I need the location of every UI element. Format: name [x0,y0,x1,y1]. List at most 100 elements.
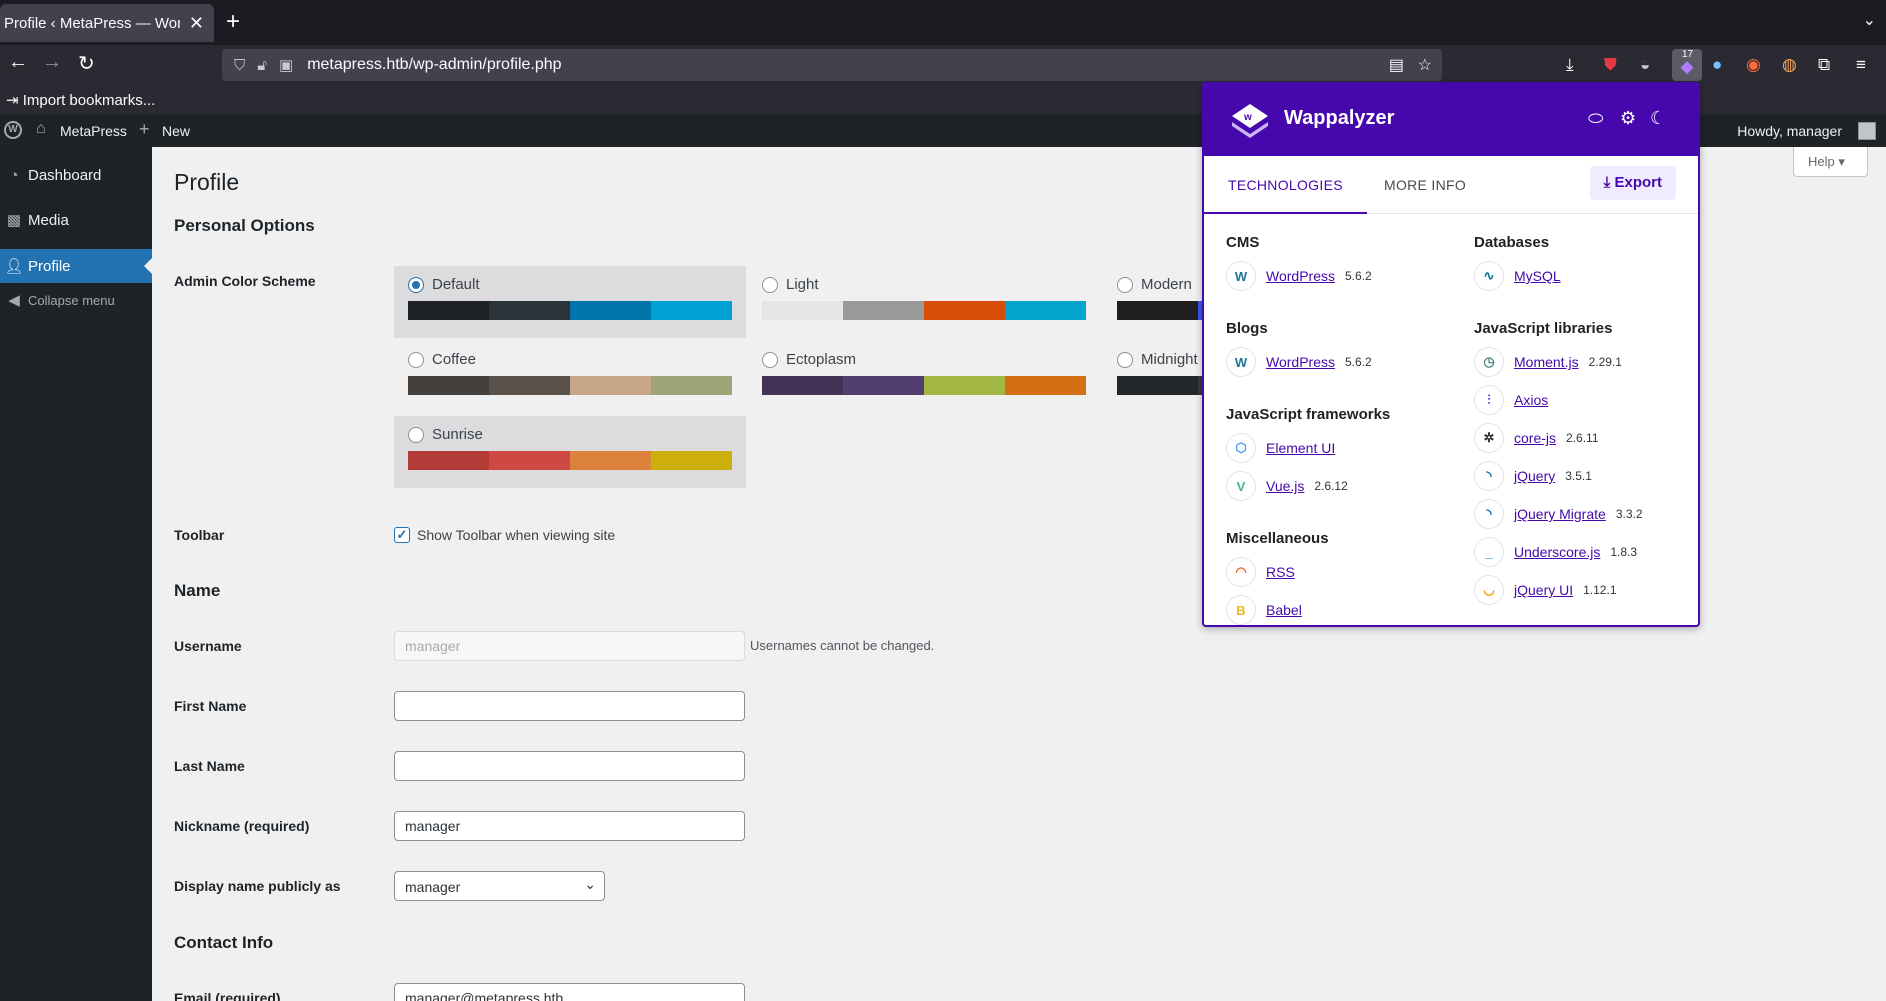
tech-name[interactable]: RSS [1266,564,1295,580]
tech-jquery-migrate[interactable]: ◝ jQuery Migrate 3.3.2 [1474,499,1643,529]
email-input[interactable] [394,983,745,1001]
tech-mysql[interactable]: ∿ MySQL [1474,261,1561,291]
scheme-radio[interactable] [1117,276,1133,293]
url-bar[interactable]: ⛉ 🔓︎ ▣ metapress.htb/wp-admin/profile.ph… [222,49,1442,81]
tab-technologies[interactable]: TECHNOLOGIES [1204,156,1367,214]
wordpress-logo-icon[interactable]: W [4,121,22,139]
nickname-input[interactable] [394,811,745,841]
sidebar-item-dashboard[interactable]: ◔ Dashboard [0,158,152,192]
tech-momentjs[interactable]: ◷ Moment.js 2.29.1 [1474,347,1622,377]
foxyproxy-icon[interactable]: ◉ [1746,55,1761,75]
extension-badge: 17 [1682,49,1694,60]
tech-rss[interactable]: ◠ RSS [1226,557,1295,587]
help-button[interactable]: Help ▾ [1793,147,1868,177]
forward-icon[interactable]: → [42,51,62,74]
color-scheme-ectoplasm[interactable]: Ectoplasm [748,341,1100,413]
tech-version: 3.5.1 [1565,469,1592,483]
ublock-icon[interactable]: ⛊ [1604,55,1617,75]
tech-name[interactable]: core-js [1514,430,1556,446]
tech-jquery-ui[interactable]: ◡ jQuery UI 1.12.1 [1474,575,1617,605]
toggle-icon[interactable]: ⬭ [1588,108,1603,129]
tech-wordpress-cms[interactable]: W WordPress 5.6.2 [1226,261,1372,291]
home-icon[interactable]: ⌂ [36,120,46,138]
scheme-swatches [762,301,1086,320]
tech-underscorejs[interactable]: _ Underscore.js 1.8.3 [1474,537,1637,567]
nickname-label: Nickname (required) [174,818,310,834]
plus-icon[interactable]: + [139,119,150,140]
gear-icon[interactable]: ⚙ [1620,108,1636,129]
import-icon[interactable]: ⇥ [6,92,19,109]
new-tab-icon[interactable]: + [226,8,240,36]
color-scheme-sunrise[interactable]: Sunrise [394,416,746,488]
back-icon[interactable]: ← [8,51,28,74]
tech-wordpress-blogs[interactable]: W WordPress 5.6.2 [1226,347,1372,377]
new-content-link[interactable]: New [162,123,190,139]
scheme-radio[interactable] [408,276,424,293]
tech-name[interactable]: Element UI [1266,440,1335,456]
last-name-input[interactable] [394,751,745,781]
tech-babel[interactable]: B Babel [1226,595,1302,625]
tech-name[interactable]: jQuery UI [1514,582,1573,598]
tech-name[interactable]: WordPress [1266,268,1335,284]
site-name-link[interactable]: MetaPress [60,123,127,139]
color-scheme-default[interactable]: Default [394,266,746,338]
list-tabs-icon[interactable]: ⌄ [1863,10,1876,30]
sidebar-item-profile[interactable]: 👤︎ Profile [0,249,152,283]
tech-name[interactable]: Vue.js [1266,478,1304,494]
bookmark-star-icon[interactable]: ☆ [1418,55,1432,75]
scheme-swatches [762,376,1086,395]
shield-icon[interactable]: ⛉ [234,57,245,74]
tech-vuejs[interactable]: V Vue.js 2.6.12 [1226,471,1348,501]
color-scheme-coffee[interactable]: Coffee [394,341,746,413]
tech-name[interactable]: Babel [1266,602,1302,618]
browser-tab[interactable]: Profile ‹ MetaPress — WordPress ✕ [0,4,214,42]
sidebar-item-media[interactable]: ▩ Media [0,203,152,237]
cookie-extension-icon[interactable]: ◍ [1782,55,1797,75]
page-icon[interactable]: ▣ [279,56,293,74]
lock-icon[interactable]: 🔓︎ [257,57,267,74]
reload-icon[interactable]: ↻ [78,51,95,76]
scheme-name: Light [786,276,819,293]
extension-icon[interactable]: ● [1712,55,1722,75]
email-label: Email (required) [174,990,281,1001]
downloads-icon[interactable]: ⤓ [1566,55,1574,75]
scheme-swatches [408,451,732,470]
menu-icon[interactable]: ≡ [1856,55,1866,75]
show-toolbar-label[interactable]: Show Toolbar when viewing site [417,527,615,543]
display-name-select[interactable]: manager ⌄ [394,871,605,901]
dark-mode-icon[interactable]: ☾ [1650,108,1666,129]
avatar[interactable] [1858,122,1876,140]
collapse-menu-button[interactable]: ◀ Collapse menu [0,283,152,317]
svg-text:w: w [1243,112,1252,123]
show-toolbar-checkbox[interactable]: ✓ [394,527,410,543]
scheme-radio[interactable] [1117,351,1133,368]
scheme-radio[interactable] [762,276,778,293]
first-name-input[interactable] [394,691,745,721]
vue-icon: V [1226,471,1256,501]
close-tab-icon[interactable]: ✕ [189,13,204,34]
reader-view-icon[interactable]: ▤ [1389,55,1404,75]
tech-name[interactable]: WordPress [1266,354,1335,370]
tech-name[interactable]: Moment.js [1514,354,1579,370]
tech-name[interactable]: Axios [1514,392,1548,408]
scheme-radio[interactable] [762,351,778,368]
tech-jquery[interactable]: ◝ jQuery 3.5.1 [1474,461,1592,491]
import-bookmarks-link[interactable]: Import bookmarks... [23,92,156,109]
contact-info-heading: Contact Info [174,933,274,952]
tab-more-info[interactable]: MORE INFO [1360,156,1490,214]
tech-name[interactable]: jQuery [1514,468,1555,484]
tech-name[interactable]: Underscore.js [1514,544,1600,560]
tech-axios[interactable]: ⫶ Axios [1474,385,1548,415]
color-scheme-light[interactable]: Light [748,266,1100,338]
tech-element-ui[interactable]: ⬡ Element UI [1226,433,1335,463]
tech-name[interactable]: jQuery Migrate [1514,506,1606,522]
url-text[interactable]: metapress.htb/wp-admin/profile.php [307,56,561,74]
scheme-radio[interactable] [408,426,424,443]
export-button[interactable]: ⤓ Export [1589,166,1676,200]
scheme-radio[interactable] [408,351,424,368]
hat-extension-icon[interactable]: ◒ [1640,55,1650,75]
extensions-icon[interactable]: ⧉ [1818,55,1830,75]
tech-corejs[interactable]: ✲ core-js 2.6.11 [1474,423,1599,453]
howdy-user-link[interactable]: Howdy, manager [1737,123,1842,139]
tech-name[interactable]: MySQL [1514,268,1561,284]
